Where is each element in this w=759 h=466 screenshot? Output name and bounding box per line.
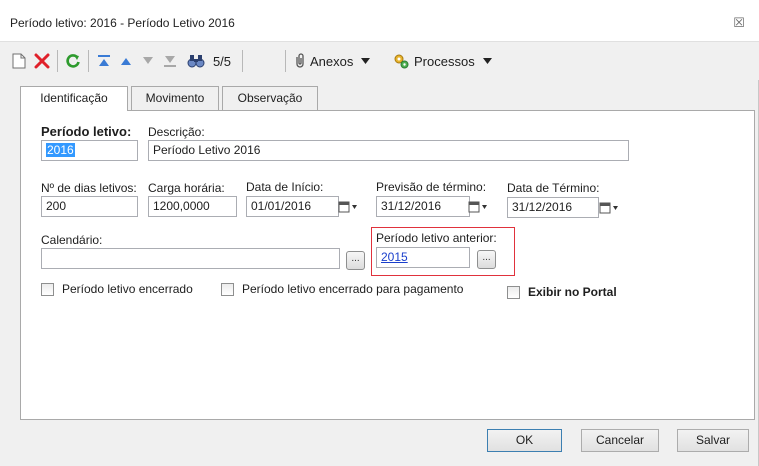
delete-icon[interactable]: [32, 50, 52, 72]
dialog-footer: OK Cancelar Salvar: [0, 420, 759, 466]
termino-calendar-button[interactable]: [596, 197, 622, 218]
last-record-icon[interactable]: [160, 50, 180, 72]
periodo-label: Período letivo:: [41, 124, 132, 139]
processes-icon: [394, 54, 409, 69]
inicio-field[interactable]: 01/01/2016: [246, 196, 339, 217]
encerrado-label: Período letivo encerrado: [62, 282, 193, 296]
pagamento-label: Período letivo encerrado para pagamento: [242, 282, 464, 296]
tab-panel-identificacao: Período letivo: 2016 Descrição: Período …: [20, 110, 755, 420]
inicio-label: Data de Início:: [246, 180, 324, 194]
carga-label: Carga horária:: [148, 181, 225, 195]
window-title: Período letivo: 2016 - Período Letivo 20…: [10, 16, 235, 30]
anterior-field[interactable]: 2015: [376, 247, 470, 268]
dias-field[interactable]: 200: [41, 196, 138, 217]
anterior-label: Período letivo anterior:: [376, 231, 497, 245]
processes-label: Processos: [414, 53, 475, 69]
portal-checkbox[interactable]: [507, 286, 520, 299]
new-icon[interactable]: [10, 50, 28, 72]
previous-record-icon[interactable]: [117, 50, 135, 72]
toolbar-separator: [88, 50, 89, 72]
periodo-field[interactable]: 2016: [41, 140, 138, 161]
ok-button[interactable]: OK: [487, 429, 562, 452]
dialog-window: Período letivo: 2016 - Período Letivo 20…: [0, 0, 759, 466]
calendario-lookup-button[interactable]: ...: [346, 251, 365, 270]
search-icon[interactable]: [186, 50, 206, 72]
pagamento-checkbox[interactable]: [221, 283, 234, 296]
previsao-label: Previsão de término:: [376, 180, 487, 194]
anterior-lookup-button[interactable]: ...: [477, 250, 496, 269]
tab-identificacao[interactable]: Identificação: [20, 86, 128, 111]
termino-label: Data de Término:: [507, 181, 600, 195]
refresh-icon[interactable]: [63, 50, 83, 72]
tab-observacao[interactable]: Observação: [222, 86, 318, 110]
attachment-icon: [296, 53, 304, 68]
chevron-down-icon: [361, 58, 371, 64]
toolbar-separator: [285, 50, 286, 72]
previsao-calendar-button[interactable]: [465, 196, 491, 217]
calendar-icon: [468, 201, 487, 212]
save-button[interactable]: Salvar: [677, 429, 749, 452]
previsao-field[interactable]: 31/12/2016: [376, 196, 470, 217]
record-counter: 5/5: [208, 50, 236, 72]
calendario-field[interactable]: [41, 248, 340, 269]
record-counter-text: 5/5: [212, 53, 232, 69]
inicio-calendar-button[interactable]: [335, 196, 361, 217]
attachments-label: Anexos: [310, 53, 354, 69]
anterior-link[interactable]: 2015: [381, 250, 408, 264]
cancel-button[interactable]: Cancelar: [581, 429, 659, 452]
periodo-value: 2016: [46, 143, 75, 157]
dias-label: Nº de dias letivos:: [41, 181, 137, 195]
attachments-button[interactable]: Anexos: [293, 50, 383, 72]
processes-button[interactable]: Processos: [392, 50, 504, 72]
toolbar: 5/5 Anexos Processos: [0, 42, 759, 80]
toolbar-separator: [242, 50, 243, 72]
toolbar-separator: [57, 50, 58, 72]
next-record-icon[interactable]: [139, 50, 157, 72]
calendar-icon: [599, 202, 618, 213]
close-icon[interactable]: ☒: [729, 14, 749, 32]
chevron-down-icon: [482, 58, 492, 64]
tab-movimento[interactable]: Movimento: [131, 86, 219, 110]
title-bar: Período letivo: 2016 - Período Letivo 20…: [0, 6, 759, 42]
first-record-icon[interactable]: [94, 50, 114, 72]
calendario-label: Calendário:: [41, 233, 103, 247]
termino-field[interactable]: 31/12/2016: [507, 197, 599, 218]
descricao-label: Descrição:: [148, 125, 205, 139]
descricao-field[interactable]: Período Letivo 2016: [148, 140, 629, 161]
carga-field[interactable]: 1200,0000: [148, 196, 237, 217]
encerrado-checkbox[interactable]: [41, 283, 54, 296]
portal-label: Exibir no Portal: [528, 285, 617, 299]
calendar-icon: [338, 201, 357, 212]
